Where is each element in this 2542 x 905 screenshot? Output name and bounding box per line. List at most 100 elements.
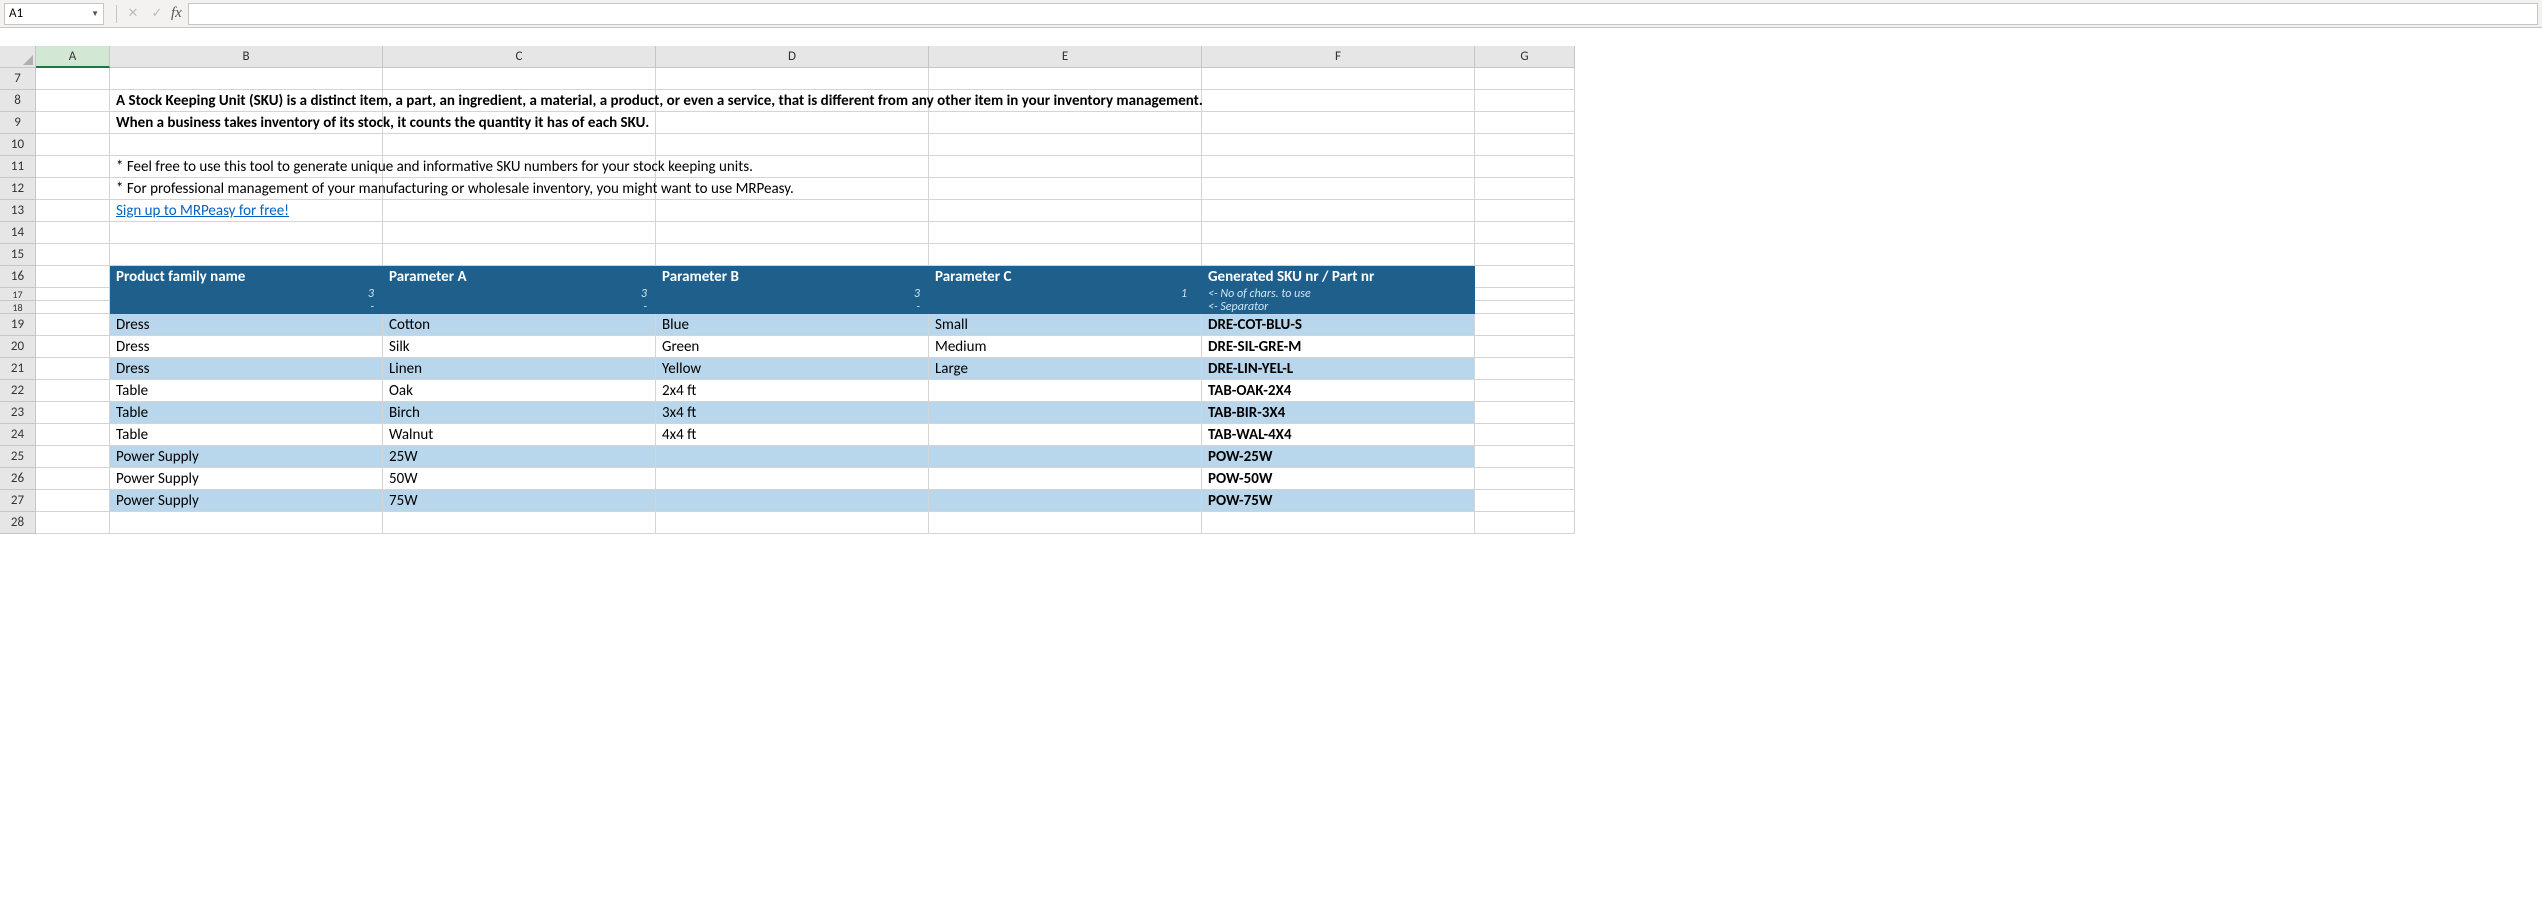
cell[interactable]: [1202, 90, 1475, 112]
enter-icon[interactable]: ✓: [145, 6, 169, 21]
cell[interactable]: [110, 512, 383, 534]
cell[interactable]: [1475, 336, 1575, 358]
cell-paramC[interactable]: [929, 468, 1202, 490]
row-header[interactable]: 13: [0, 200, 36, 222]
row-header[interactable]: 15: [0, 244, 36, 266]
cell[interactable]: [929, 134, 1202, 156]
cell[interactable]: [1475, 244, 1575, 266]
cell[interactable]: Sign up to MRPeasy for free!: [110, 200, 383, 222]
sub-sep[interactable]: -: [110, 301, 383, 314]
cell-paramC[interactable]: [929, 424, 1202, 446]
th-paramA[interactable]: Parameter A: [383, 266, 656, 288]
cell[interactable]: [36, 134, 110, 156]
row-header[interactable]: 28: [0, 512, 36, 534]
sub-sep-hint[interactable]: <- Separator: [1202, 301, 1475, 314]
cell[interactable]: [1475, 288, 1575, 301]
cell[interactable]: [110, 134, 383, 156]
cell-paramA[interactable]: 25W: [383, 446, 656, 468]
col-header[interactable]: B: [110, 46, 383, 68]
cell-paramC[interactable]: [929, 490, 1202, 512]
cell[interactable]: [36, 178, 110, 200]
col-header[interactable]: A: [36, 46, 110, 68]
cell[interactable]: [36, 200, 110, 222]
chevron-down-icon[interactable]: ▼: [91, 9, 99, 19]
cell-sku[interactable]: TAB-BIR-3X4: [1202, 402, 1475, 424]
cell[interactable]: [383, 134, 656, 156]
row-header[interactable]: 27: [0, 490, 36, 512]
cell-paramC[interactable]: [929, 446, 1202, 468]
cell-paramC[interactable]: Medium: [929, 336, 1202, 358]
cell[interactable]: [656, 68, 929, 90]
cell[interactable]: [1475, 301, 1575, 314]
cell-paramC[interactable]: Large: [929, 358, 1202, 380]
cell[interactable]: [383, 200, 656, 222]
row-header[interactable]: 20: [0, 336, 36, 358]
cell[interactable]: [929, 512, 1202, 534]
cell[interactable]: [36, 222, 110, 244]
select-all-corner[interactable]: [0, 46, 36, 68]
cell[interactable]: [1202, 222, 1475, 244]
cell[interactable]: [1475, 178, 1575, 200]
cell[interactable]: [36, 468, 110, 490]
cell[interactable]: [1475, 68, 1575, 90]
cell[interactable]: [1202, 112, 1475, 134]
cell[interactable]: [110, 68, 383, 90]
cell[interactable]: [656, 244, 929, 266]
cell[interactable]: [36, 90, 110, 112]
cell[interactable]: [36, 68, 110, 90]
signup-link[interactable]: Sign up to MRPeasy for free!: [116, 202, 289, 220]
cell[interactable]: [36, 336, 110, 358]
cell[interactable]: [929, 200, 1202, 222]
cell-sku[interactable]: DRE-LIN-YEL-L: [1202, 358, 1475, 380]
row-header[interactable]: 19: [0, 314, 36, 336]
cell[interactable]: [929, 178, 1202, 200]
row-header[interactable]: 11: [0, 156, 36, 178]
cell[interactable]: [1475, 446, 1575, 468]
cell[interactable]: [929, 156, 1202, 178]
cell[interactable]: [1475, 402, 1575, 424]
cell[interactable]: [36, 446, 110, 468]
cell[interactable]: [1475, 380, 1575, 402]
cell-family[interactable]: Dress: [110, 314, 383, 336]
sub-chars[interactable]: 3: [110, 288, 383, 301]
col-header[interactable]: F: [1202, 46, 1475, 68]
row-header[interactable]: 7: [0, 68, 36, 90]
row-header[interactable]: 22: [0, 380, 36, 402]
cell[interactable]: [1475, 266, 1575, 288]
cell[interactable]: [1475, 424, 1575, 446]
formula-input[interactable]: [188, 3, 2538, 25]
cell[interactable]: [929, 244, 1202, 266]
cell[interactable]: [1475, 90, 1575, 112]
cell[interactable]: [1475, 112, 1575, 134]
cell[interactable]: [1475, 222, 1575, 244]
cell-paramA[interactable]: Cotton: [383, 314, 656, 336]
row-header[interactable]: 23: [0, 402, 36, 424]
row-header[interactable]: 26: [0, 468, 36, 490]
cell-sku[interactable]: POW-50W: [1202, 468, 1475, 490]
cell[interactable]: [383, 512, 656, 534]
row-header[interactable]: 24: [0, 424, 36, 446]
cell-paramB[interactable]: Blue: [656, 314, 929, 336]
cell[interactable]: [656, 134, 929, 156]
cell[interactable]: * Feel free to use this tool to generate…: [110, 156, 383, 178]
cell-paramB[interactable]: 2x4 ft: [656, 380, 929, 402]
col-header[interactable]: C: [383, 46, 656, 68]
cell[interactable]: [36, 288, 110, 301]
cell[interactable]: [1202, 156, 1475, 178]
cell[interactable]: [1475, 468, 1575, 490]
cell[interactable]: [383, 244, 656, 266]
sub-sep[interactable]: [929, 301, 1202, 314]
cell[interactable]: [36, 402, 110, 424]
cell-paramB[interactable]: 3x4 ft: [656, 402, 929, 424]
cell[interactable]: [1202, 178, 1475, 200]
cell[interactable]: [656, 112, 929, 134]
cell-sku[interactable]: TAB-WAL-4X4: [1202, 424, 1475, 446]
cell-sku[interactable]: POW-25W: [1202, 446, 1475, 468]
th-sku[interactable]: Generated SKU nr / Part nr: [1202, 266, 1475, 288]
cell[interactable]: [1202, 200, 1475, 222]
cell[interactable]: [656, 222, 929, 244]
sub-chars[interactable]: 3: [656, 288, 929, 301]
cell-paramA[interactable]: Oak: [383, 380, 656, 402]
th-paramC[interactable]: Parameter C: [929, 266, 1202, 288]
cell[interactable]: When a business takes inventory of its s…: [110, 112, 383, 134]
